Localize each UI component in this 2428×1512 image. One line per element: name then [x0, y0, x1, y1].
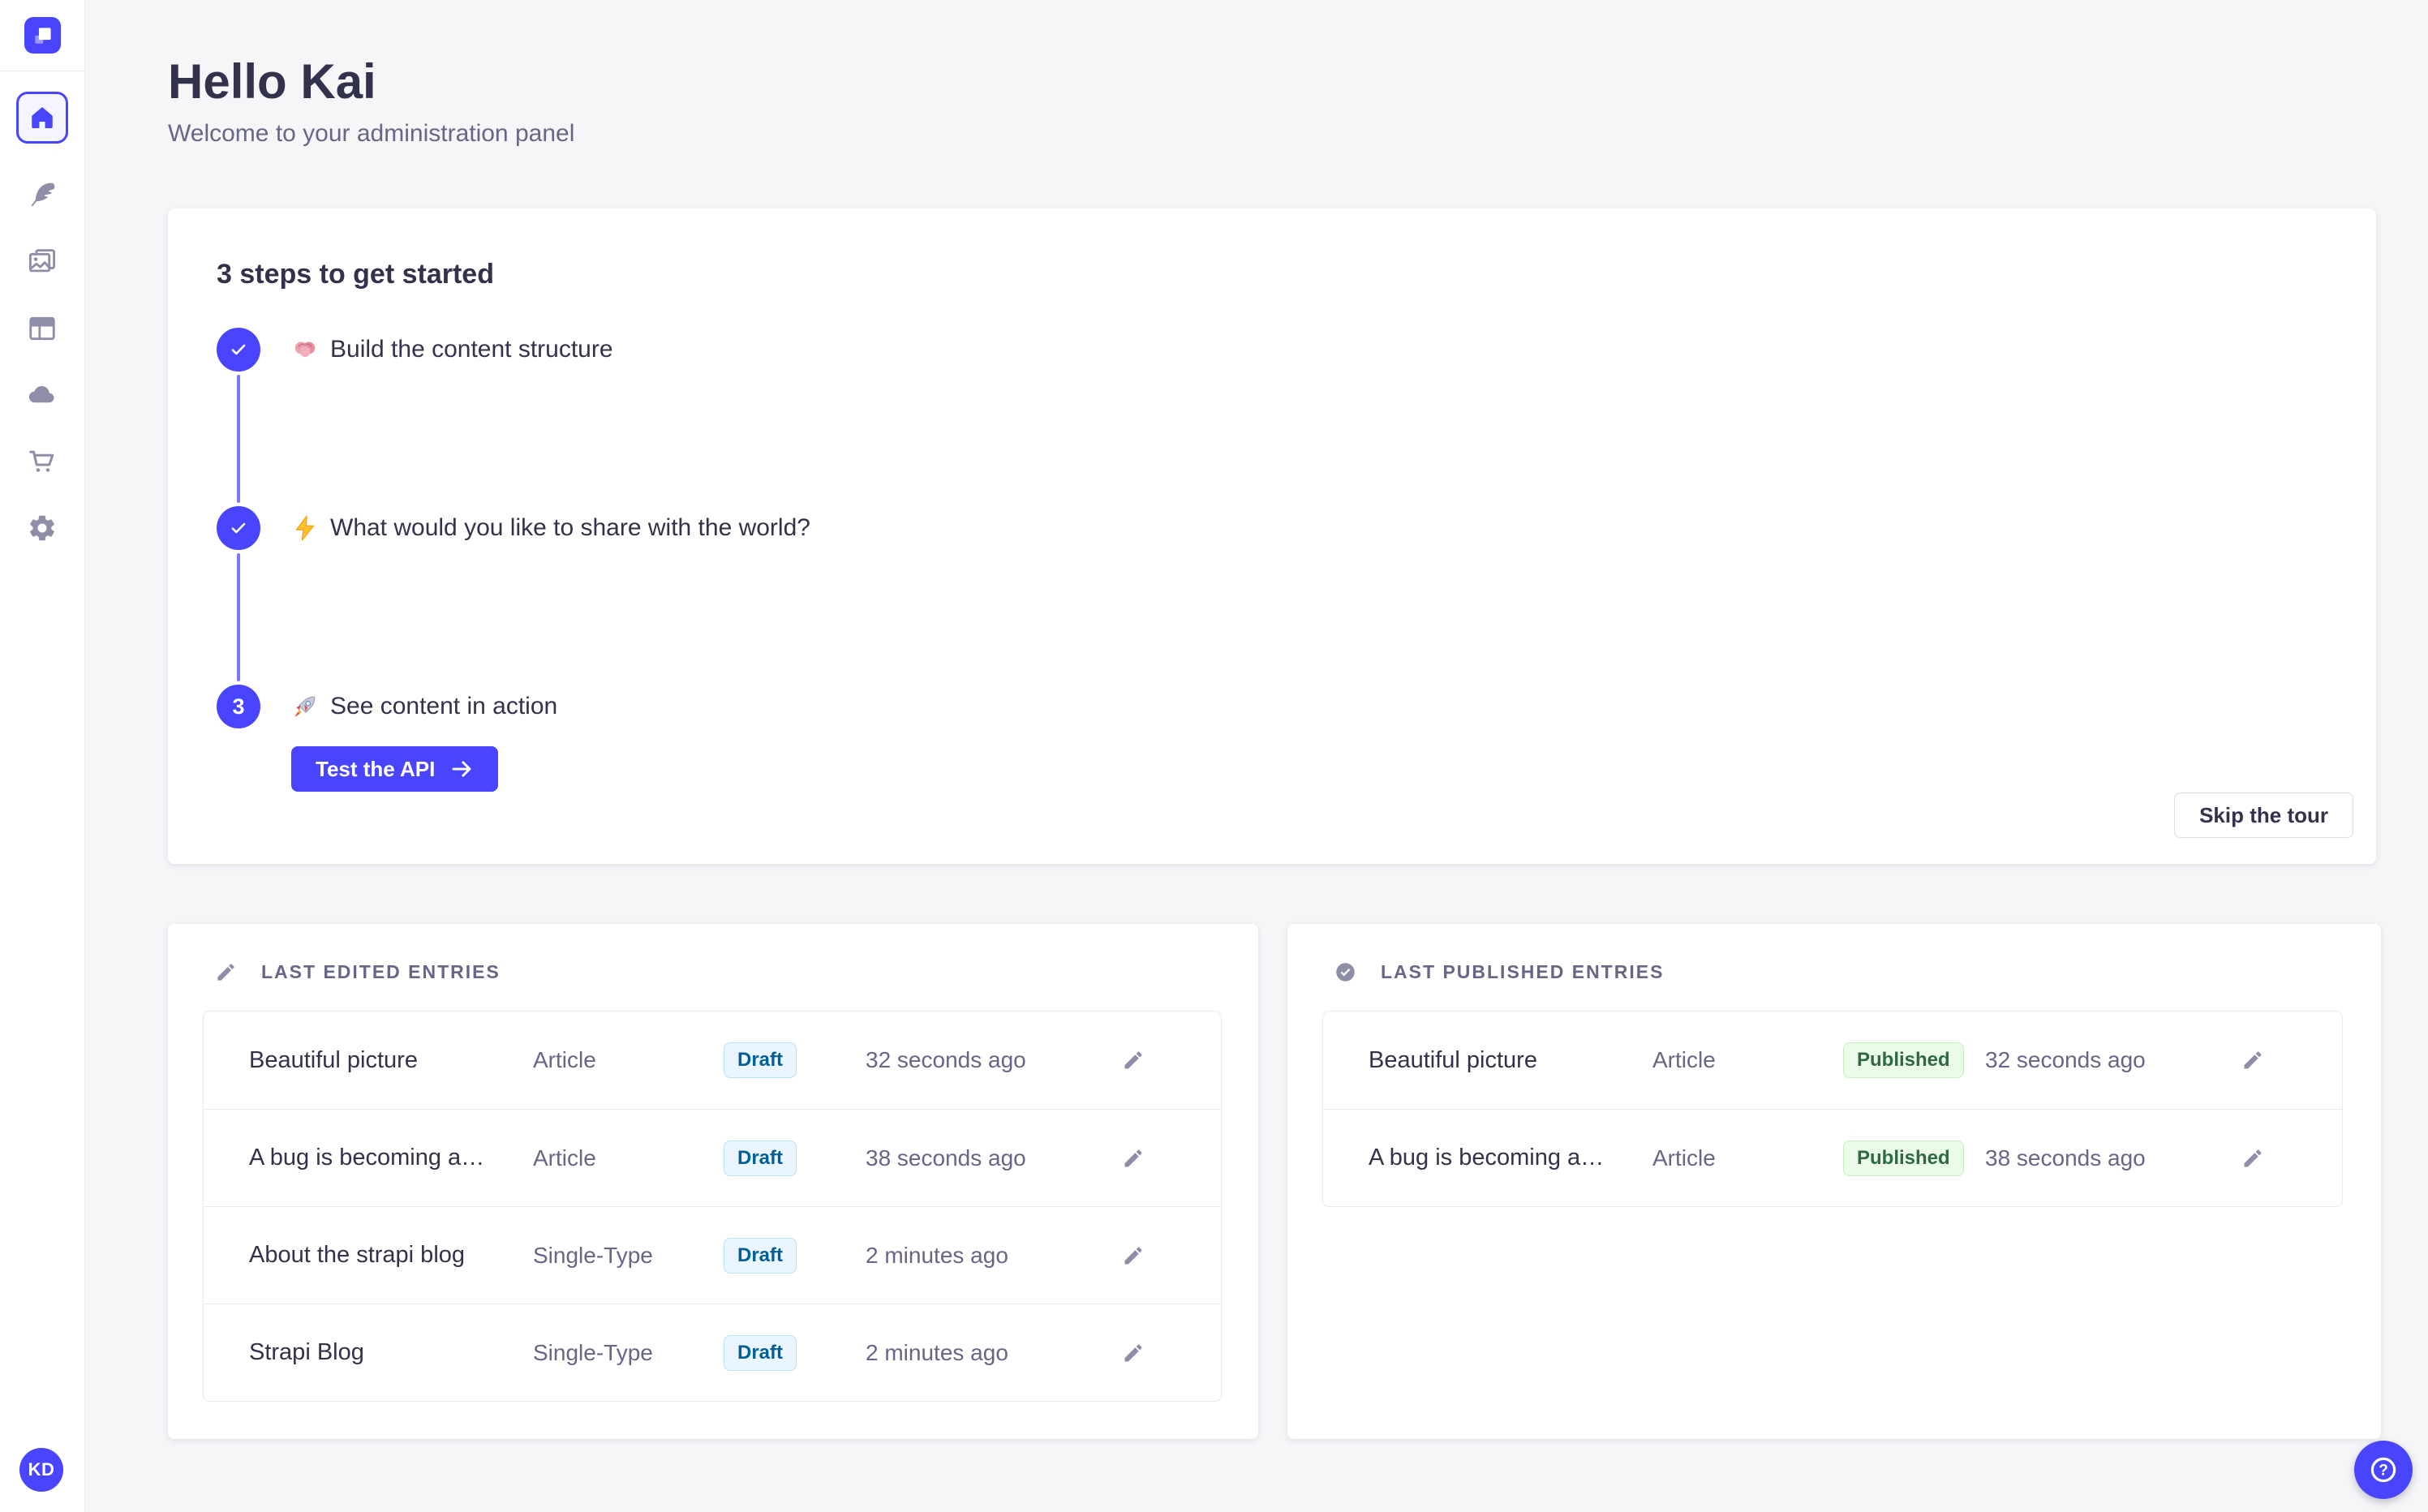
check-circle-icon: [1334, 961, 1356, 983]
entry-updated-time: 2 minutes ago: [866, 1242, 1008, 1268]
rocket-icon: [291, 693, 319, 720]
edit-entry-button[interactable]: [1117, 1142, 1150, 1175]
onboarding-card: 3 steps to get started Build the content…: [168, 208, 2376, 864]
entry-title: Beautiful picture: [249, 1046, 418, 1073]
check-icon: [228, 518, 249, 539]
entry-status-badge: Draft: [724, 1334, 797, 1371]
test-api-button-label: Test the API: [316, 756, 436, 781]
step-label: See content in action: [330, 693, 558, 719]
edit-entry-button[interactable]: [1117, 1239, 1150, 1272]
home-icon: [28, 104, 56, 131]
last-edited-title: LAST EDITED ENTRIES: [261, 961, 501, 982]
entry-row: A bug is becoming a… Article Draft 38 se…: [204, 1109, 1221, 1206]
edit-entry-button[interactable]: [2237, 1142, 2269, 1175]
entry-status-badge: Draft: [724, 1237, 797, 1274]
entry-row: Beautiful picture Article Published 32 s…: [1323, 1012, 2342, 1109]
sidebar-item-home[interactable]: [16, 92, 68, 144]
help-button[interactable]: ?: [2354, 1441, 2413, 1499]
sidebar-item-media-library[interactable]: [16, 235, 68, 287]
last-published-title: LAST PUBLISHED ENTRIES: [1381, 961, 1665, 982]
onboarding-step: Build the content structure: [217, 328, 2329, 506]
entry-title: Strapi Blog: [249, 1339, 364, 1365]
skip-tour-button[interactable]: Skip the tour: [2174, 793, 2353, 838]
feather-icon: [27, 179, 58, 210]
edit-entry-button[interactable]: [2237, 1044, 2269, 1076]
onboarding-steps: Build the content structure What would y…: [217, 328, 2329, 792]
entry-updated-time: 38 seconds ago: [866, 1145, 1026, 1171]
check-icon: [228, 339, 249, 360]
cart-icon: [27, 446, 58, 477]
strapi-logo-icon: [30, 23, 56, 49]
entry-type: Article: [533, 1145, 596, 1171]
entry-status-badge: Published: [1843, 1042, 1964, 1078]
entry-row: Beautiful picture Article Draft 32 secon…: [204, 1012, 1221, 1109]
page-subtitle: Welcome to your administration panel: [168, 120, 575, 147]
step-connector: [237, 553, 240, 681]
edit-entry-button[interactable]: [1117, 1337, 1150, 1369]
entry-title: About the strapi blog: [249, 1242, 466, 1268]
brain-icon: [291, 336, 319, 363]
pencil-icon: [1122, 1147, 1145, 1170]
question-icon: ?: [2368, 1454, 2399, 1485]
images-icon: [27, 246, 58, 277]
entry-type: Article: [1652, 1047, 1716, 1072]
entry-row: About the strapi blog Single-Type Draft …: [204, 1206, 1221, 1304]
last-published-header: LAST PUBLISHED ENTRIES: [1334, 961, 2345, 983]
strapi-logo: [24, 17, 61, 54]
bolt-icon: [291, 514, 319, 542]
cloud-icon: [27, 379, 58, 410]
last-published-table: Beautiful picture Article Published 32 s…: [1322, 1011, 2343, 1207]
last-published-entries-card: LAST PUBLISHED ENTRIES Beautiful picture…: [1287, 924, 2381, 1439]
entry-type: Single-Type: [533, 1242, 653, 1268]
pencil-icon: [1122, 1049, 1145, 1072]
entry-title: Beautiful picture: [1369, 1046, 1537, 1073]
entry-row: A bug is becoming a… Article Published 3…: [1323, 1109, 2342, 1206]
entry-title: A bug is becoming a…: [1369, 1145, 1605, 1171]
step-connector: [237, 375, 240, 503]
pencil-icon: [215, 961, 237, 983]
entry-row: Strapi Blog Single-Type Draft 2 minutes …: [204, 1304, 1221, 1401]
entry-type: Article: [533, 1047, 596, 1072]
last-edited-header: LAST EDITED ENTRIES: [215, 961, 1223, 983]
page-title: Hello Kai: [168, 54, 376, 109]
last-edited-table: Beautiful picture Article Draft 32 secon…: [203, 1011, 1222, 1402]
sidebar: KD: [0, 0, 85, 1512]
entry-status-badge: Published: [1843, 1140, 1964, 1176]
sidebar-item-settings[interactable]: [16, 502, 68, 554]
pencil-icon: [2241, 1147, 2264, 1170]
arrow-right-icon: [449, 757, 474, 781]
last-edited-entries-card: LAST EDITED ENTRIES Beautiful picture Ar…: [168, 924, 1258, 1439]
sidebar-item-marketplace[interactable]: [16, 436, 68, 488]
sidebar-item-content-type-builder[interactable]: [16, 169, 68, 221]
pencil-icon: [2241, 1049, 2264, 1072]
entry-status-badge: Draft: [724, 1140, 797, 1176]
onboarding-step: 3 See content in action Test the API: [217, 685, 2329, 792]
pencil-icon: [1122, 1342, 1145, 1364]
step-status-circle: [217, 506, 260, 550]
layout-icon: [27, 313, 58, 344]
onboarding-step: What would you like to share with the wo…: [217, 506, 2329, 685]
sidebar-item-deploy[interactable]: [16, 368, 68, 420]
onboarding-title: 3 steps to get started: [217, 259, 494, 290]
edit-entry-button[interactable]: [1117, 1044, 1150, 1076]
test-api-button[interactable]: Test the API: [291, 746, 499, 792]
entry-type: Article: [1652, 1145, 1716, 1171]
entry-type: Single-Type: [533, 1339, 653, 1365]
step-status-circle: 3: [217, 685, 260, 728]
gear-icon: [27, 513, 58, 543]
step-label: Build the content structure: [330, 336, 613, 363]
entry-updated-time: 32 seconds ago: [866, 1047, 1026, 1072]
entry-updated-time: 32 seconds ago: [1985, 1047, 2146, 1072]
sidebar-item-content-manager[interactable]: [16, 303, 68, 354]
entry-title: A bug is becoming a…: [249, 1145, 485, 1171]
entry-status-badge: Draft: [724, 1042, 797, 1078]
svg-text:?: ?: [2379, 1463, 2388, 1480]
entry-updated-time: 38 seconds ago: [1985, 1145, 2146, 1171]
entry-updated-time: 2 minutes ago: [866, 1339, 1008, 1365]
step-label: What would you like to share with the wo…: [330, 514, 810, 541]
user-avatar[interactable]: KD: [19, 1448, 63, 1492]
pencil-icon: [1122, 1244, 1145, 1267]
step-status-circle: [217, 328, 260, 372]
